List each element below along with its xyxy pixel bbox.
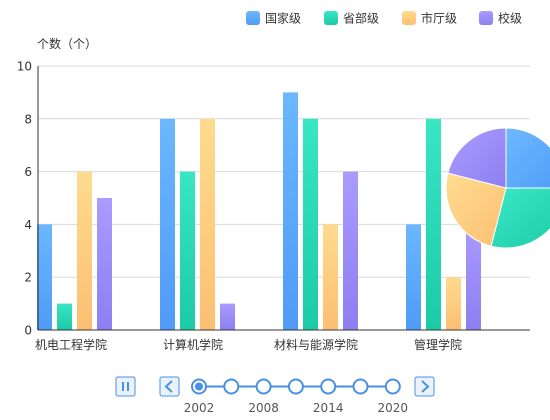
legend-item[interactable]: 市厅级 bbox=[402, 11, 457, 26]
x-tick-label: 机电工程学院 bbox=[35, 337, 107, 352]
timeline-point[interactable] bbox=[223, 378, 240, 395]
timeline-point[interactable] bbox=[320, 378, 337, 395]
bar[interactable] bbox=[160, 118, 175, 330]
legend-item[interactable]: 国家级 bbox=[246, 11, 301, 26]
bar[interactable] bbox=[446, 277, 461, 330]
bar[interactable] bbox=[303, 118, 318, 330]
y-tick-label: 8 bbox=[24, 112, 32, 126]
legend-label: 国家级 bbox=[265, 11, 301, 26]
legend-label: 市厅级 bbox=[421, 11, 457, 26]
legend-label: 校级 bbox=[498, 11, 522, 26]
timeline-point[interactable] bbox=[191, 378, 207, 395]
play-pause-button[interactable] bbox=[115, 376, 136, 397]
legend-swatch bbox=[324, 11, 338, 25]
y-tick-label: 4 bbox=[24, 218, 32, 232]
timeline-label: 2002 bbox=[184, 401, 215, 415]
y-tick-label: 0 bbox=[24, 324, 32, 338]
bar[interactable] bbox=[323, 224, 338, 330]
legend: 国家级 省部级 市厅级 校级 bbox=[246, 11, 522, 26]
bar[interactable] bbox=[406, 224, 421, 330]
timeline: 2002 2008 2014 2020 bbox=[115, 376, 435, 415]
bar[interactable] bbox=[426, 118, 441, 330]
timeline-point[interactable] bbox=[255, 378, 272, 395]
bar[interactable] bbox=[200, 118, 215, 330]
bar[interactable] bbox=[283, 92, 298, 331]
timeline-label: 2020 bbox=[378, 401, 409, 415]
timeline-label: 2014 bbox=[313, 401, 344, 415]
legend-label: 省部级 bbox=[343, 11, 379, 26]
bar[interactable] bbox=[37, 224, 52, 330]
bar[interactable] bbox=[343, 171, 358, 330]
y-tick-label: 6 bbox=[24, 165, 32, 179]
pie-slice[interactable] bbox=[505, 127, 550, 189]
bars bbox=[37, 92, 481, 331]
x-tick-label: 计算机学院 bbox=[163, 337, 223, 352]
legend-item[interactable]: 校级 bbox=[479, 11, 522, 26]
bar[interactable] bbox=[220, 303, 235, 330]
x-tick-label: 管理学院 bbox=[414, 337, 462, 352]
timeline-label: 2008 bbox=[248, 401, 279, 415]
timeline-point[interactable] bbox=[287, 378, 304, 395]
pie-chart bbox=[445, 127, 550, 249]
legend-swatch bbox=[402, 11, 416, 25]
y-tick-label: 10 bbox=[17, 60, 32, 74]
legend-swatch bbox=[479, 11, 493, 25]
chart-canvas: 个数（个） 国家级 省部级 市厅级 校级 0 2 4 6 8 10 机电工程学院 计算机学院 材料与… bbox=[17, 11, 550, 415]
x-tick-label: 材料与能源学院 bbox=[274, 337, 358, 352]
y-axis-title: 个数（个） bbox=[37, 36, 97, 51]
legend-item[interactable]: 省部级 bbox=[324, 11, 379, 26]
timeline-point[interactable] bbox=[384, 378, 401, 395]
bar[interactable] bbox=[97, 198, 112, 330]
legend-swatch bbox=[246, 11, 260, 25]
timeline-current-marker bbox=[195, 382, 203, 391]
prev-button[interactable] bbox=[159, 376, 180, 397]
bar[interactable] bbox=[57, 303, 72, 330]
timeline-point[interactable] bbox=[352, 378, 369, 395]
bar[interactable] bbox=[180, 171, 195, 330]
y-tick-label: 2 bbox=[24, 271, 32, 285]
next-button[interactable] bbox=[414, 376, 435, 397]
bar[interactable] bbox=[77, 171, 92, 330]
chart-root: 个数（个） 国家级 省部级 市厅级 校级 0 2 4 6 8 10 机电工程学院 计算机学院 材料与… bbox=[0, 0, 550, 420]
